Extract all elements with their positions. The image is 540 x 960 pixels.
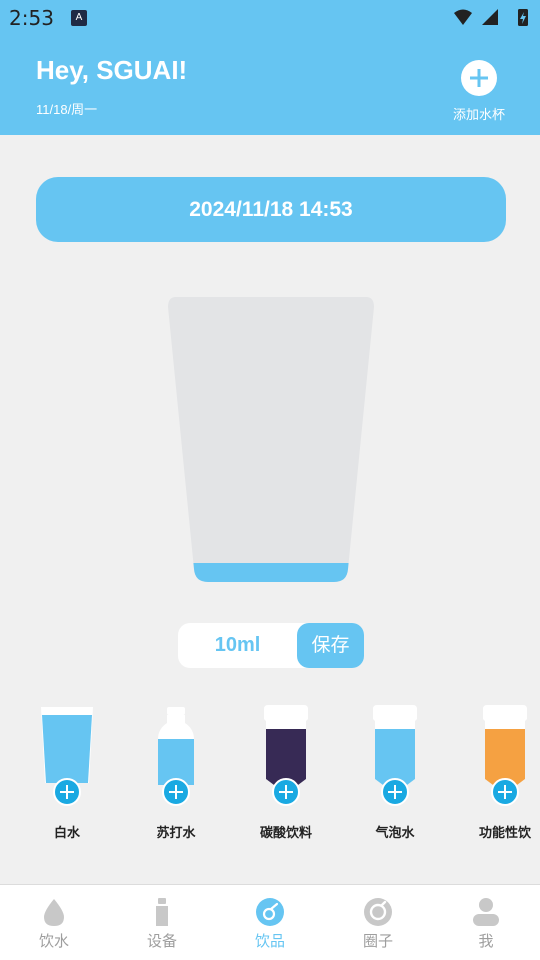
nav-item-circle[interactable]: 圈子 [324, 885, 432, 960]
drink-item-functional[interactable]: 功能性饮 [465, 705, 540, 845]
nav-item-drinks[interactable]: 饮品 [216, 885, 324, 960]
cup-water-level [168, 563, 374, 582]
nav-label: 设备 [146, 933, 177, 950]
date-subtitle: 11/18/周一 [36, 102, 98, 117]
drink-label: 功能性饮 [478, 825, 531, 840]
cup-icon [41, 707, 93, 783]
add-drink-icon[interactable] [272, 778, 300, 806]
wifi-icon [454, 9, 472, 25]
nav-item-water[interactable]: 饮水 [0, 885, 108, 960]
nav-item-device[interactable]: 设备 [108, 885, 216, 960]
drink-item-water[interactable]: 白水 [27, 705, 107, 845]
water-cup [168, 297, 374, 582]
drink-label: 白水 [53, 825, 80, 840]
add-cup-button[interactable]: 添加水杯 [446, 60, 512, 124]
drink-label: 苏打水 [156, 825, 196, 840]
water-drop-icon [44, 899, 64, 926]
drink-item-soda-water[interactable]: 苏打水 [136, 705, 216, 845]
drink-list[interactable]: 白水 苏打水 碳酸饮料 气泡水 功能性饮 [0, 705, 540, 845]
drink-label: 碳酸饮料 [259, 825, 312, 840]
nav-label: 饮品 [254, 933, 285, 950]
add-drink-icon[interactable] [53, 778, 81, 806]
header: 2:53 A Hey, SGUAI! 11/18/周一 添加水杯 [0, 0, 540, 135]
nav-label: 饮水 [38, 933, 69, 950]
can-icon [264, 705, 308, 785]
save-button[interactable]: 保存 [297, 623, 364, 668]
drink-icon [256, 898, 284, 926]
nav-label: 圈子 [362, 933, 393, 950]
drink-item-sparkling-water[interactable]: 气泡水 [355, 705, 435, 845]
status-time: 2:53 [9, 6, 54, 30]
datetime-picker[interactable]: 2024/11/18 14:53 [36, 177, 506, 242]
can-icon [483, 705, 527, 785]
greeting: Hey, SGUAI! [36, 55, 188, 85]
bottle-icon [158, 707, 194, 785]
add-cup-label: 添加水杯 [452, 107, 505, 122]
amount-control: 10ml 保存 [178, 623, 364, 668]
nav-label: 我 [478, 933, 494, 950]
cup-body [168, 297, 374, 582]
add-drink-icon[interactable] [162, 778, 190, 806]
user-icon [473, 898, 499, 926]
drink-item-carbonated[interactable]: 碳酸饮料 [246, 705, 326, 845]
status-icons [454, 9, 528, 26]
add-drink-icon[interactable] [491, 778, 519, 806]
nav-item-me[interactable]: 我 [432, 885, 540, 960]
add-drink-icon[interactable] [381, 778, 409, 806]
can-icon [373, 705, 417, 785]
circle-icon [364, 898, 392, 926]
amount-value[interactable]: 10ml [178, 623, 297, 668]
status-bar: 2:53 A [0, 0, 540, 36]
bottle-icon [156, 898, 168, 926]
bottom-nav: 饮水 设备 饮品 圈子 我 [0, 884, 540, 960]
notification-icon: A [71, 10, 87, 26]
plus-icon [461, 60, 497, 96]
signal-icon [482, 9, 498, 25]
drink-label: 气泡水 [375, 825, 415, 840]
